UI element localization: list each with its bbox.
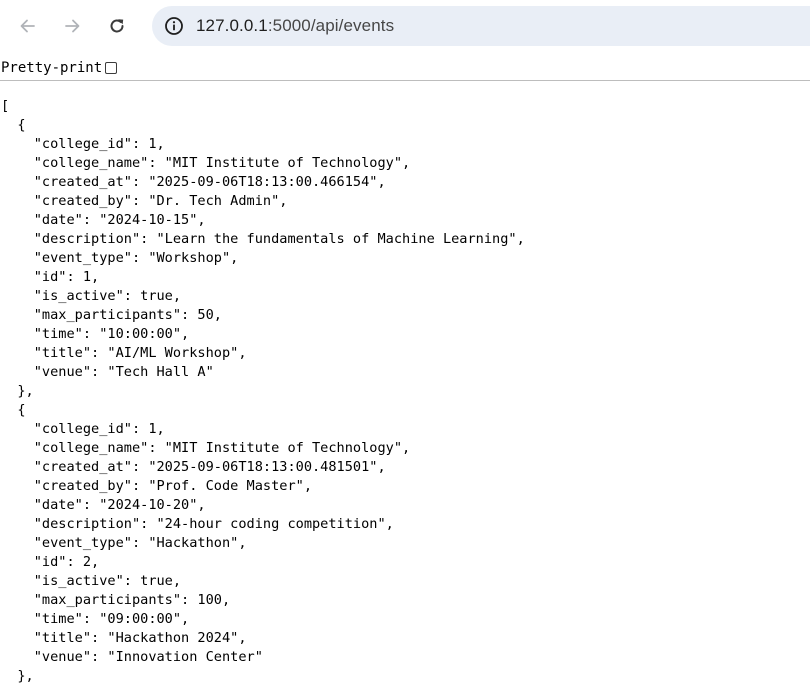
reload-icon (110, 19, 124, 33)
back-button[interactable] (12, 10, 44, 42)
json-line: "id": 1, (1, 269, 100, 285)
json-line: "created_by": "Prof. Code Master", (1, 478, 312, 494)
site-info-button[interactable] (162, 14, 186, 38)
json-line: "college_id": 1, (1, 421, 165, 437)
json-line: "created_at": "2025-09-06T18:13:00.48150… (1, 459, 386, 475)
json-line: }, (1, 668, 34, 684)
browser-toolbar: 127.0.0.1:5000/api/events (0, 0, 810, 52)
json-line: "time": "10:00:00", (1, 326, 190, 342)
forward-button[interactable] (56, 10, 88, 42)
json-line: "event_type": "Hackathon", (1, 535, 247, 551)
address-bar[interactable]: 127.0.0.1:5000/api/events (152, 6, 810, 46)
json-line: "event_type": "Workshop", (1, 250, 239, 266)
json-line: "description": "24-hour coding competiti… (1, 516, 394, 532)
back-arrow-icon (20, 19, 35, 33)
json-line: "college_name": "MIT Institute of Techno… (1, 440, 411, 456)
pretty-print-checkbox[interactable] (105, 61, 118, 74)
json-line: "college_name": "MIT Institute of Techno… (1, 155, 411, 171)
pretty-print-bar: Pretty-print (0, 55, 810, 81)
json-line: "description": "Learn the fundamentals o… (1, 231, 525, 247)
json-line: "id": 2, (1, 554, 100, 570)
json-line: "max_participants": 50, (1, 307, 222, 323)
reload-button[interactable] (101, 10, 133, 42)
json-line: "is_active": true, (1, 573, 182, 589)
url-text[interactable]: 127.0.0.1:5000/api/events (196, 16, 394, 36)
json-body: [ { "college_id": 1, "college_name": "MI… (1, 97, 525, 686)
url-host: 127.0.0.1 (196, 16, 268, 35)
json-line: "college_id": 1, (1, 136, 165, 152)
json-line: "venue": "Innovation Center" (1, 649, 263, 665)
info-icon (165, 17, 183, 35)
json-line: { (1, 402, 26, 418)
json-line: { (1, 117, 26, 133)
json-line: }, (1, 383, 34, 399)
json-line: "title": "Hackathon 2024", (1, 630, 247, 646)
url-path: :5000/api/events (267, 16, 395, 35)
json-line: "date": "2024-10-20", (1, 497, 206, 513)
json-line: "created_at": "2025-09-06T18:13:00.46615… (1, 174, 386, 190)
json-line: "created_by": "Dr. Tech Admin", (1, 193, 288, 209)
json-line: "time": "09:00:00", (1, 611, 190, 627)
json-line: "date": "2024-10-15", (1, 212, 206, 228)
json-line: [ (1, 98, 10, 114)
pretty-print-label: Pretty-print (1, 59, 103, 76)
json-line: "is_active": true, (1, 288, 182, 304)
json-line: "max_participants": 100, (1, 592, 231, 608)
json-line: "venue": "Tech Hall A" (1, 364, 214, 380)
forward-arrow-icon (65, 19, 80, 33)
json-line: "title": "AI/ML Workshop", (1, 345, 247, 361)
